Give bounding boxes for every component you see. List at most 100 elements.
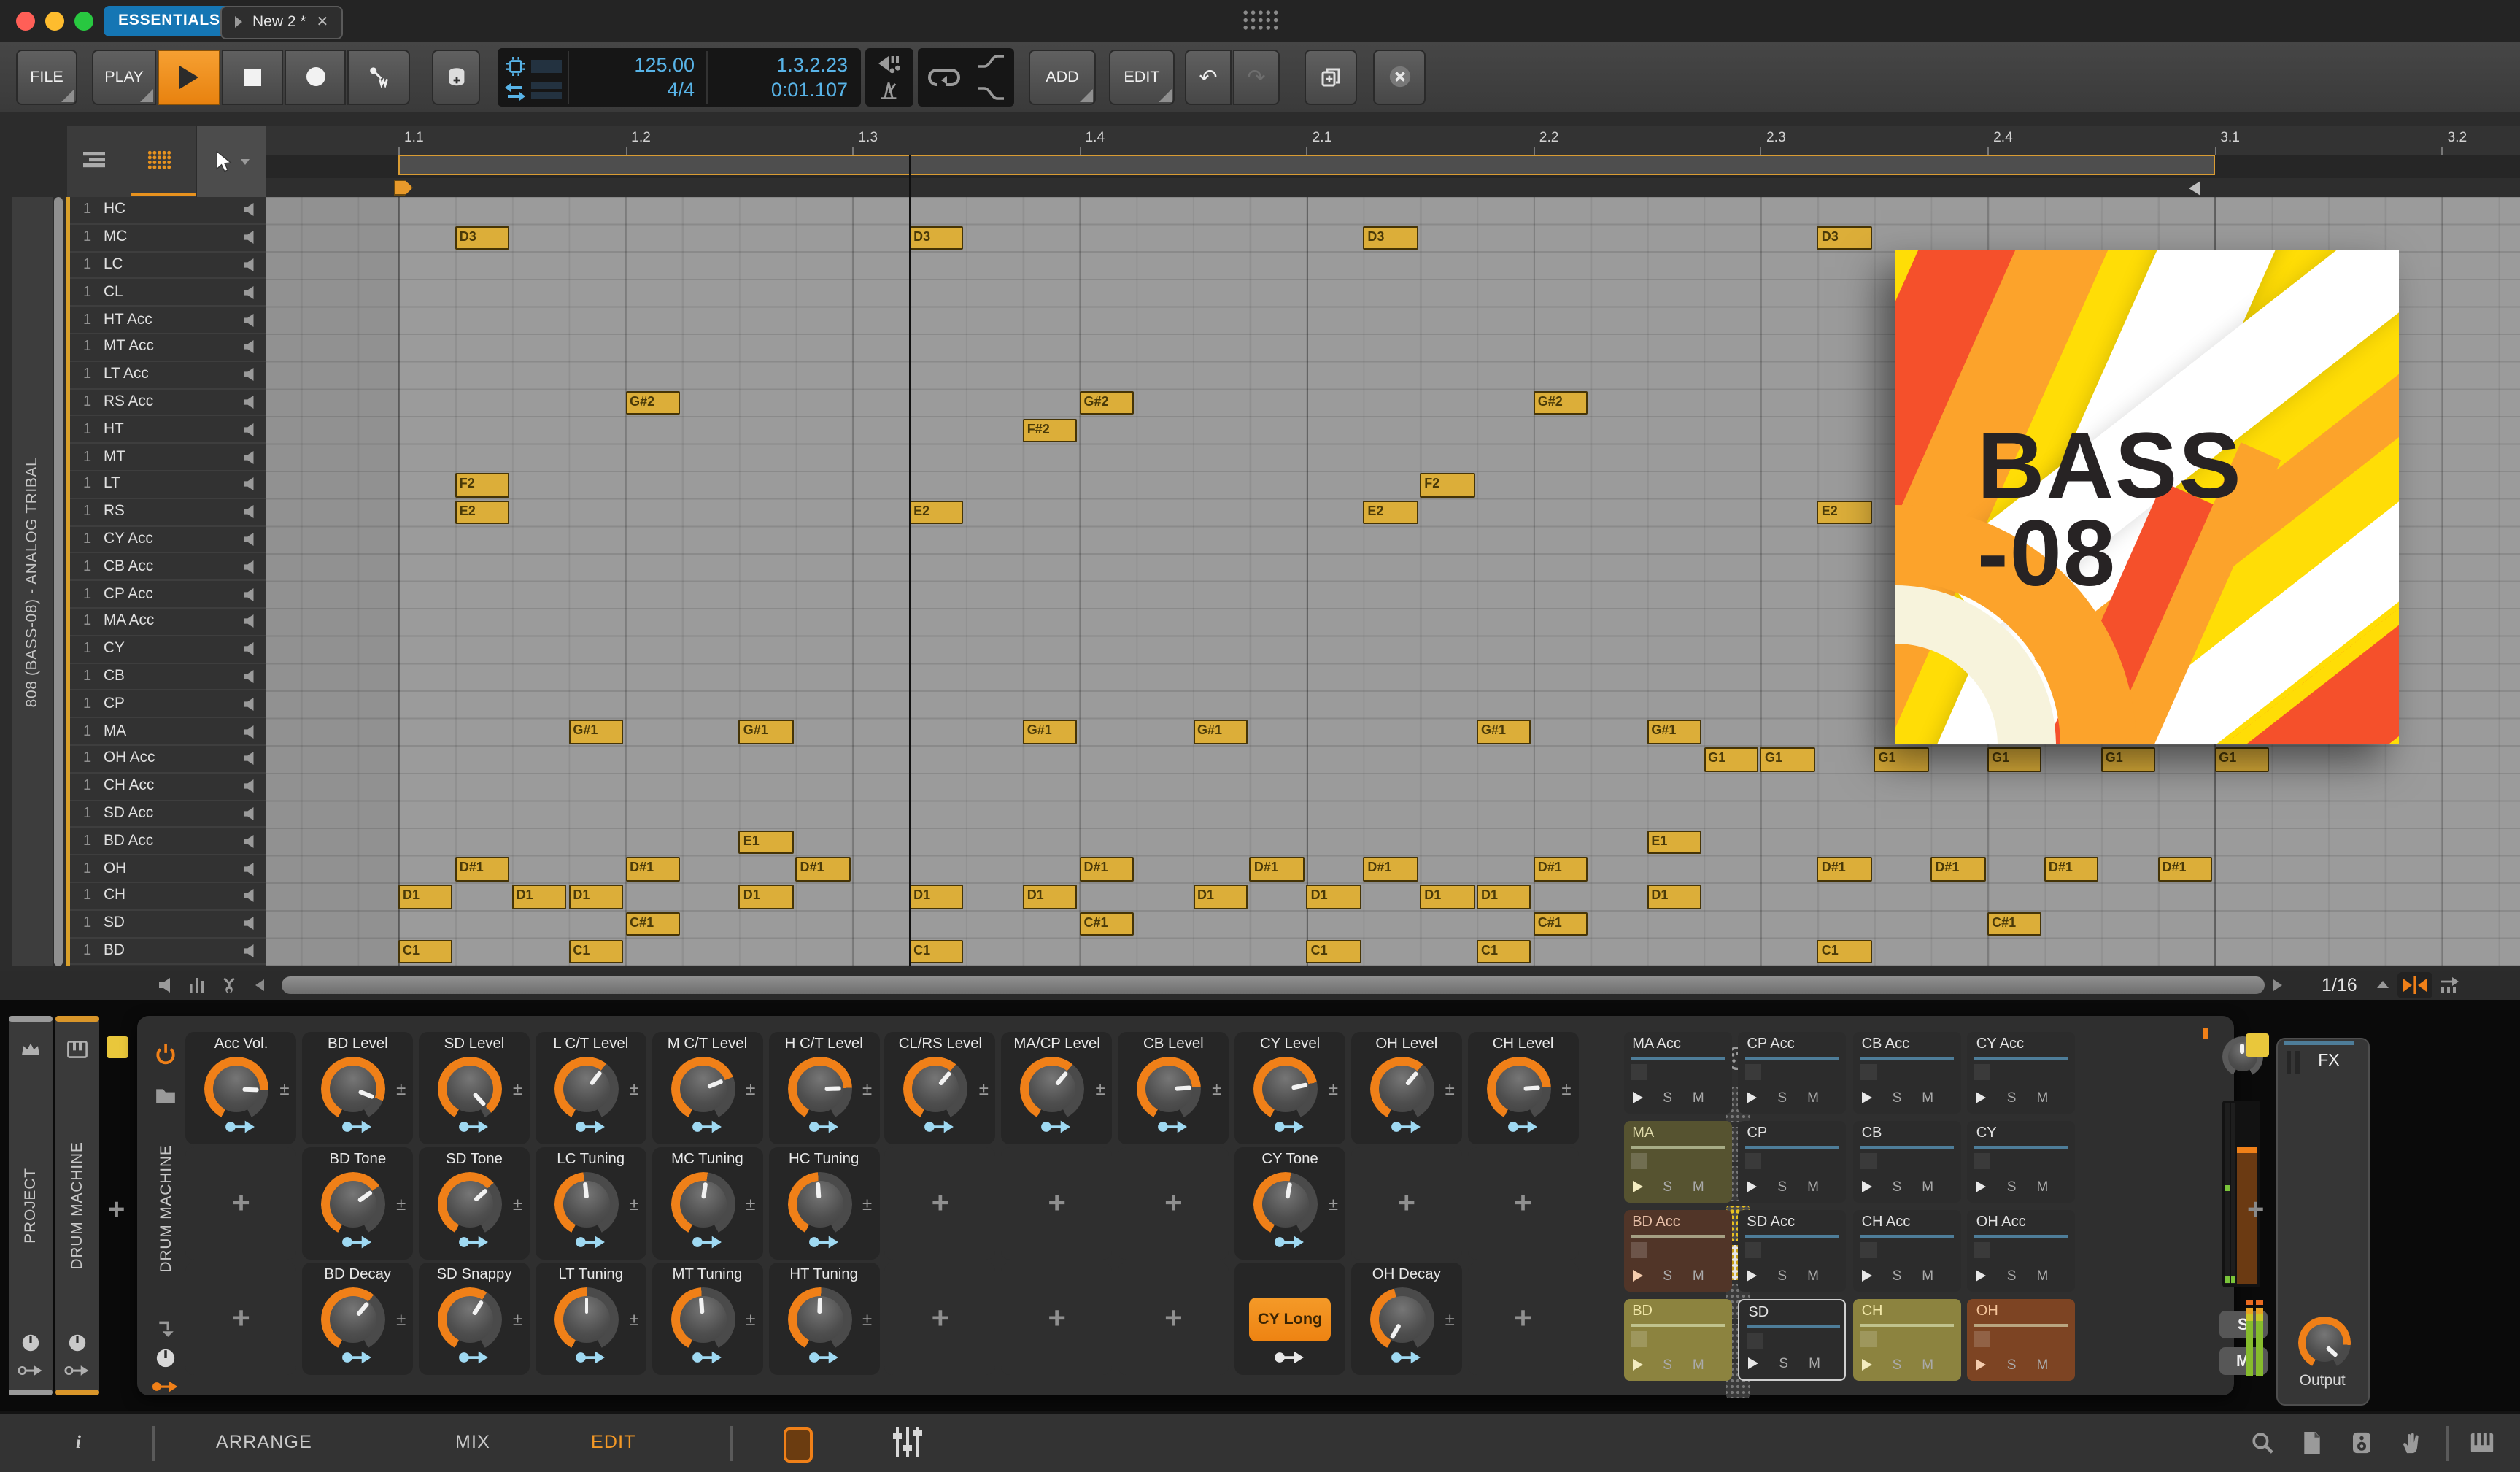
pad-solo-button[interactable]: S (1777, 1179, 1787, 1195)
pad-play-icon[interactable] (1976, 1270, 1987, 1282)
note-C1[interactable]: C1 (1817, 939, 1872, 964)
playhead[interactable] (909, 154, 911, 966)
track-color-swatch[interactable] (2246, 1033, 2269, 1057)
note-G1[interactable]: G1 (1874, 747, 1929, 772)
metronome-icon[interactable] (878, 80, 899, 100)
pad-solo-button[interactable]: S (1893, 1179, 1902, 1195)
track-mute-speaker-icon[interactable] (242, 780, 258, 793)
note-C#1[interactable]: C#1 (1079, 912, 1135, 936)
pad-play-icon[interactable] (1976, 1359, 1987, 1371)
note-D1[interactable]: D1 (1477, 885, 1531, 909)
drum-pad-sd-acc[interactable]: SD Acc S M (1738, 1209, 1847, 1291)
time-signature-display[interactable]: 4/4 (585, 80, 695, 99)
pad-solo-button[interactable]: S (1779, 1355, 1788, 1371)
note-D1[interactable]: D1 (1420, 885, 1474, 909)
pad-mute-button[interactable]: M (1807, 1179, 1819, 1195)
pointer-tool-button[interactable] (197, 126, 266, 197)
essentials-badge[interactable]: ESSENTIALS (104, 5, 235, 36)
pad-mute-button[interactable]: M (1807, 1090, 1819, 1106)
pad-solo-button[interactable]: S (1663, 1357, 1672, 1373)
snap-increase-icon[interactable] (2377, 981, 2389, 988)
drum-pad-cp[interactable]: CP S M (1738, 1120, 1847, 1202)
device-color-swatch[interactable] (107, 1036, 128, 1058)
note-G#2[interactable]: G#2 (1079, 390, 1135, 415)
drum-pad-bd[interactable]: BD S M (1623, 1298, 1732, 1380)
note-D1[interactable]: D1 (568, 885, 624, 909)
pad-mute-button[interactable]: M (1807, 1268, 1819, 1284)
tab-track-list[interactable] (83, 152, 105, 168)
note-F2[interactable]: F2 (1420, 473, 1474, 498)
fx-chain-panel[interactable]: FX Output (2276, 1038, 2370, 1406)
pad-mute-button[interactable]: M (1693, 1090, 1704, 1106)
note-D3[interactable]: D3 (909, 226, 964, 250)
track-mute-speaker-icon[interactable] (242, 450, 258, 463)
cancel-button[interactable] (1373, 49, 1426, 105)
track-mute-speaker-icon[interactable] (242, 835, 258, 848)
play-start-marker[interactable] (394, 180, 413, 196)
track-mute-speaker-icon[interactable] (242, 944, 258, 957)
track-mute-speaker-icon[interactable] (242, 807, 258, 820)
view-tab-arrange[interactable]: ARRANGE (216, 1432, 312, 1452)
pad-solo-button[interactable]: S (1893, 1357, 1902, 1373)
track-mute-speaker-icon[interactable] (242, 890, 258, 903)
track-row-bd-acc[interactable]: 1 BD Acc (70, 828, 266, 856)
track-mute-speaker-icon[interactable] (242, 313, 258, 326)
search-icon[interactable] (2252, 1432, 2273, 1454)
note-C1[interactable]: C1 (1477, 939, 1531, 964)
play-menu-button[interactable]: PLAY (92, 49, 156, 105)
pad-play-icon[interactable] (1632, 1270, 1643, 1282)
note-G#1[interactable]: G#1 (1193, 720, 1248, 744)
track-row-sd[interactable]: 1 SD (70, 911, 266, 939)
track-row-oh[interactable]: 1 OH (70, 856, 266, 884)
note-D3[interactable]: D3 (1363, 226, 1418, 250)
pad-play-icon[interactable] (1632, 1181, 1643, 1192)
pad-solo-button[interactable]: S (1893, 1090, 1902, 1106)
automation-touch-icon[interactable] (976, 85, 1005, 100)
track-mute-speaker-icon[interactable] (242, 204, 258, 217)
document-tab[interactable]: New 2 * ✕ (220, 5, 344, 39)
close-window-button[interactable] (16, 12, 35, 31)
pad-play-icon[interactable] (1747, 1092, 1758, 1103)
pad-mute-button[interactable]: M (1922, 1179, 1933, 1195)
pad-mute-button[interactable]: M (1693, 1357, 1704, 1373)
track-row-rs[interactable]: 1 RS (70, 499, 266, 527)
track-row-sd-acc[interactable]: 1 SD Acc (70, 801, 266, 828)
note-F#2[interactable]: F#2 (1022, 418, 1078, 442)
track-row-hc[interactable]: 1 HC (70, 197, 266, 225)
note-D1[interactable]: D1 (909, 885, 964, 909)
track-row-ht-acc[interactable]: 1 HT Acc (70, 307, 266, 334)
drum-pad-ma[interactable]: MA S M (1623, 1120, 1732, 1202)
note-D#1[interactable]: D#1 (625, 857, 680, 882)
pad-play-icon[interactable] (1747, 1270, 1758, 1282)
add-device-left-button[interactable]: + (108, 1194, 125, 1228)
pad-solo-button[interactable]: S (1663, 1090, 1672, 1106)
tab-close-icon[interactable]: ✕ (317, 14, 329, 30)
note-G#2[interactable]: G#2 (1533, 390, 1588, 415)
pad-play-icon[interactable] (1861, 1270, 1872, 1282)
record-button[interactable] (285, 49, 346, 105)
note-D#1[interactable]: D#1 (455, 857, 510, 882)
drum-pad-oh[interactable]: OH S M (1967, 1298, 2076, 1380)
drum-pad-bd-acc[interactable]: BD Acc S M (1623, 1209, 1732, 1291)
pad-mute-button[interactable]: M (1809, 1355, 1820, 1371)
pad-solo-button[interactable]: S (2007, 1179, 2017, 1195)
velocity-bars-icon[interactable] (188, 978, 206, 993)
monitor-speaker-icon[interactable] (2352, 1432, 2371, 1454)
pad-solo-button[interactable]: S (1663, 1179, 1672, 1195)
note-D#1[interactable]: D#1 (1533, 857, 1588, 882)
track-row-ma[interactable]: 1 MA (70, 719, 266, 747)
pad-play-icon[interactable] (1861, 1092, 1872, 1103)
track-row-mc[interactable]: 1 MC (70, 225, 266, 253)
editor-chain-panel[interactable]: 808 (BASS-08) - ANALOG TRIBAL (12, 197, 53, 966)
track-row-ch[interactable]: 1 CH (70, 883, 266, 911)
note-D#1[interactable]: D#1 (1079, 857, 1135, 882)
note-D#1[interactable]: D#1 (1930, 857, 1986, 882)
pad-mute-button[interactable]: M (1922, 1268, 1933, 1284)
track-mute-speaker-icon[interactable] (242, 423, 258, 436)
track-mute-speaker-icon[interactable] (242, 642, 258, 655)
pad-mute-button[interactable]: M (1693, 1179, 1704, 1195)
track-row-cb[interactable]: 1 CB (70, 663, 266, 691)
note-D1[interactable]: D1 (1306, 885, 1361, 909)
pad-solo-button[interactable]: S (1777, 1268, 1787, 1284)
info-icon[interactable]: i (76, 1432, 82, 1454)
